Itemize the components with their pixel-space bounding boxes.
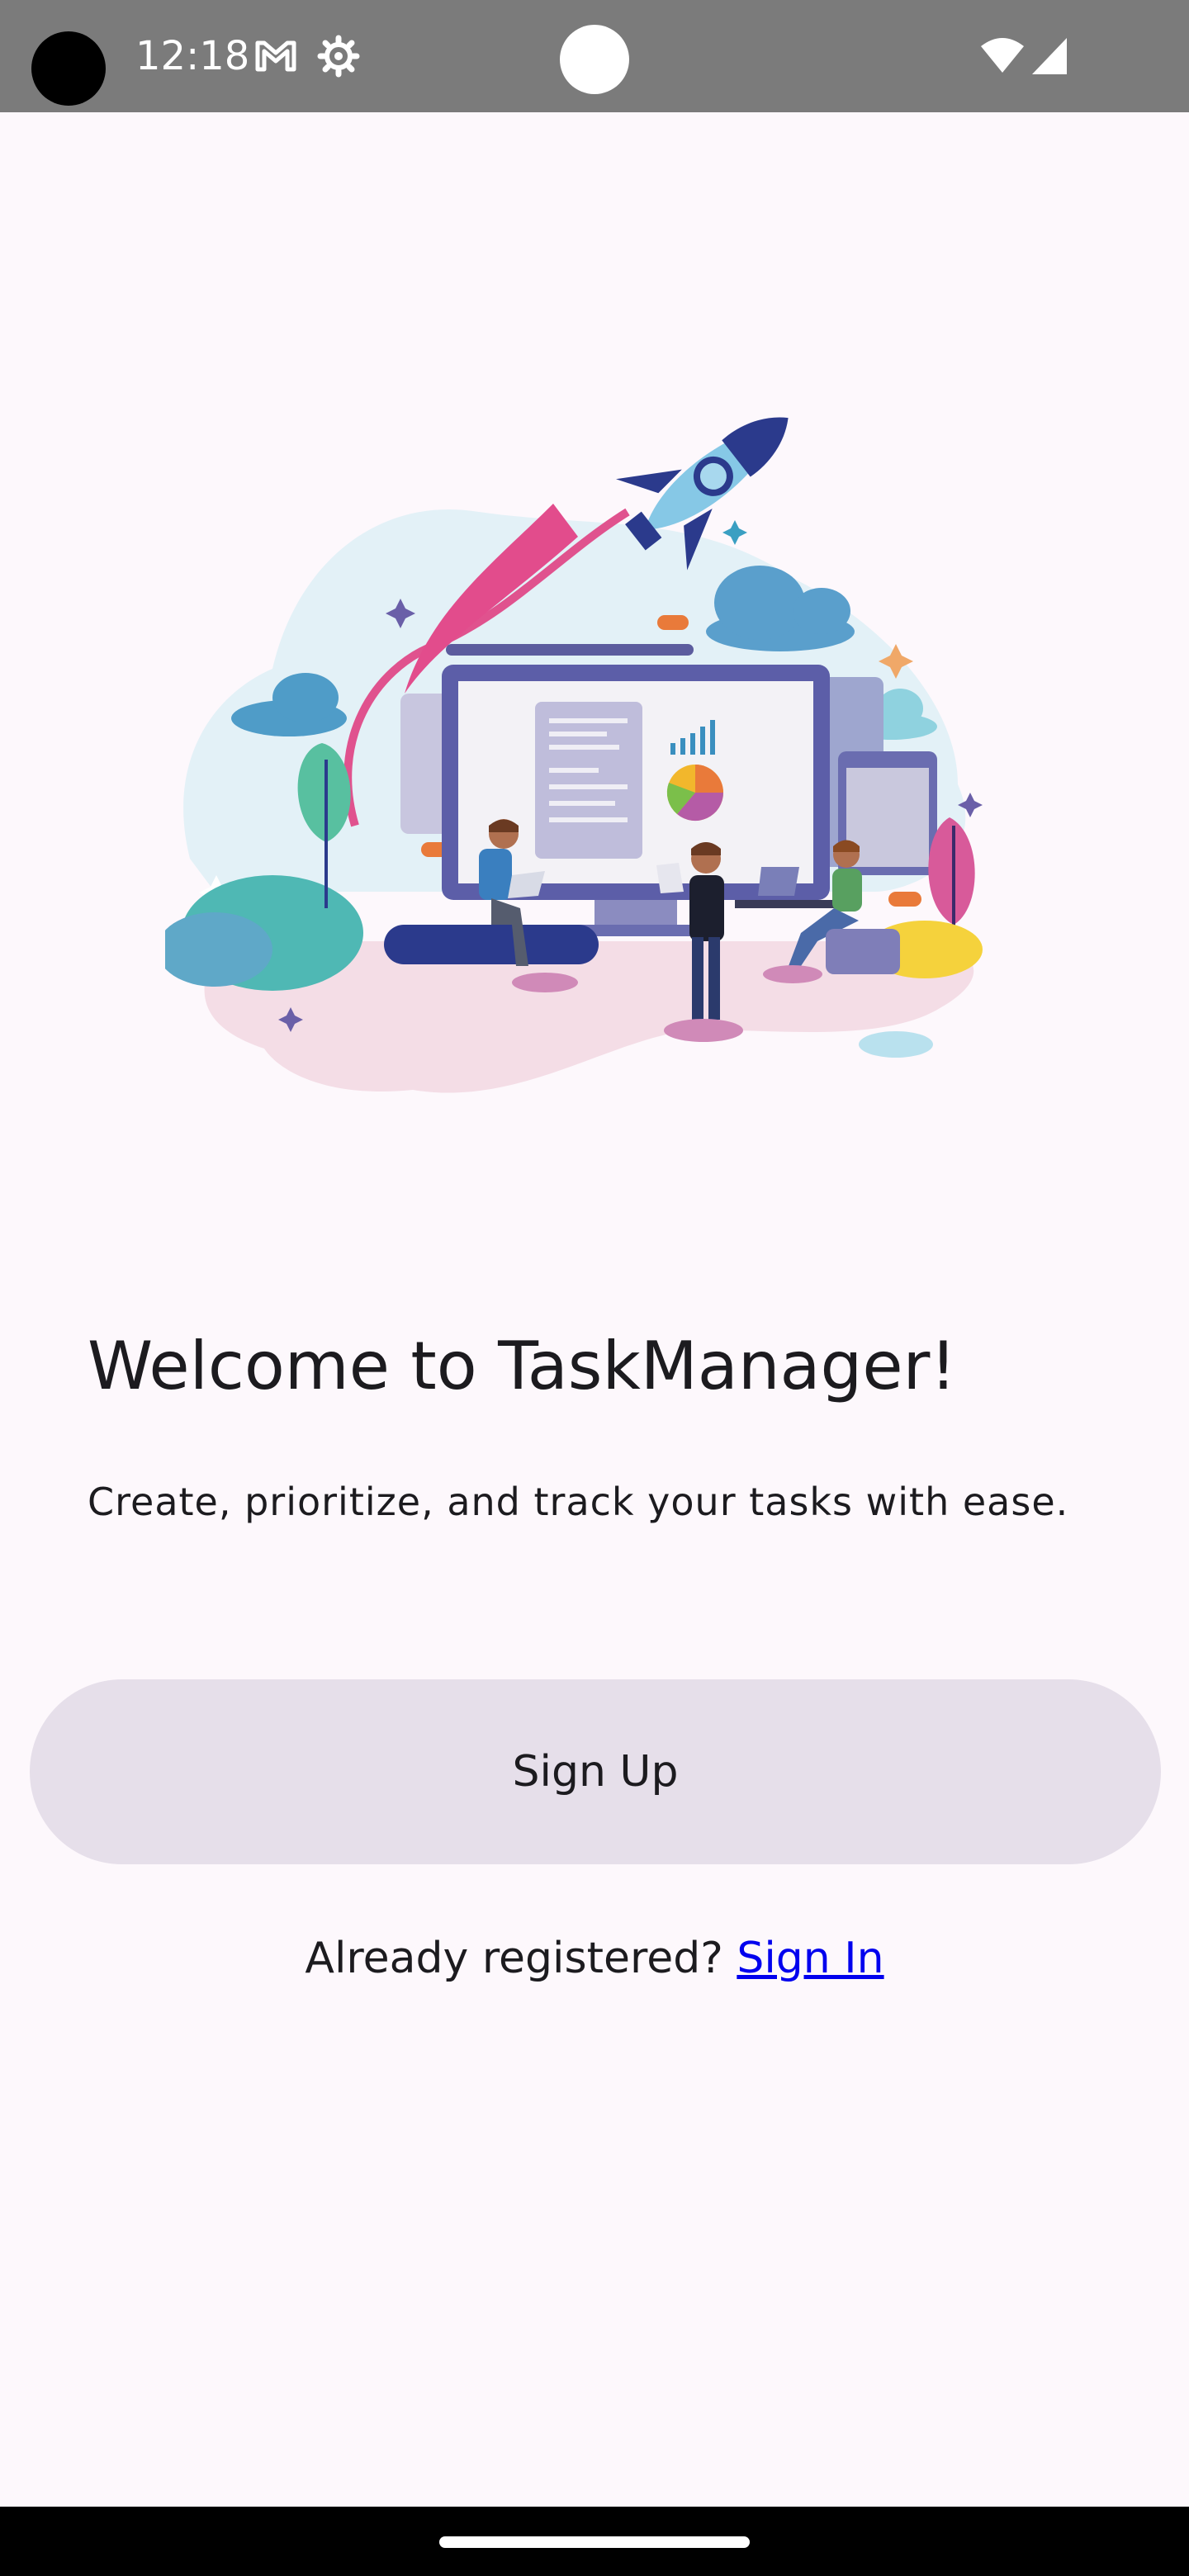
status-time: 12:18: [135, 33, 250, 79]
signin-link[interactable]: Sign In: [737, 1934, 883, 1983]
signin-row: Already registered? Sign In: [0, 1925, 1189, 1991]
camera-cutout: [31, 31, 106, 106]
gmail-icon: [255, 40, 296, 72]
front-camera: [560, 25, 629, 94]
status-bar: 12:18: [0, 0, 1189, 112]
signup-button[interactable]: Sign Up: [30, 1679, 1161, 1864]
welcome-title: Welcome to TaskManager!: [88, 1328, 957, 1404]
signal-icon: [1032, 38, 1067, 74]
wifi-icon: [981, 38, 1024, 73]
rocket-launch-team-illustration: [165, 417, 983, 1093]
signin-prompt: Already registered?: [305, 1934, 723, 1983]
welcome-subtitle: Create, prioritize, and track your tasks…: [88, 1480, 1069, 1524]
home-gesture-handle[interactable]: [439, 2536, 750, 2548]
settings-icon: [317, 35, 360, 78]
